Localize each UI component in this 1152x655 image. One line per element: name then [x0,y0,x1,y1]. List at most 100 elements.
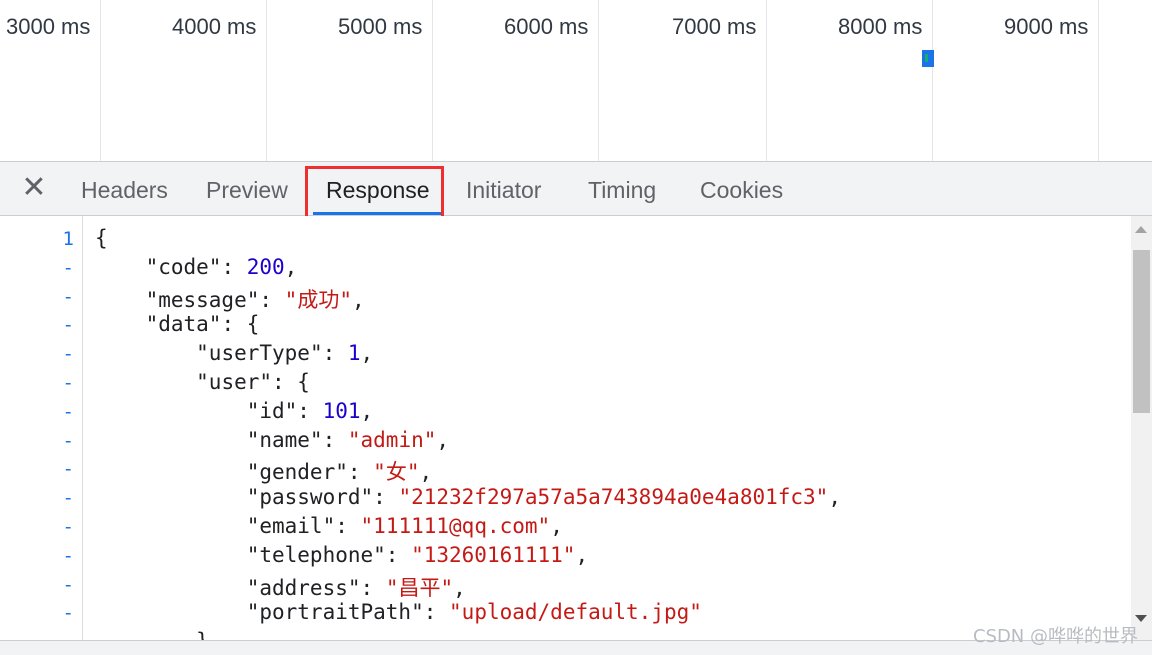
tick-label-7000: 7000 ms [672,14,757,39]
json-string-value: "13260161111" [411,542,576,567]
tab-headers[interactable]: Headers [81,162,168,215]
tab-preview[interactable]: Preview [206,162,288,215]
json-punctuation: , [550,514,563,538]
line-collapse-marker[interactable]: - [63,401,74,423]
json-key: "id" [246,398,298,423]
json-punctuation: { [95,226,108,250]
json-string-value: "21232f297a57a5a743894a0e4a801fc3" [398,485,829,510]
code-line: "userType": 1, [95,341,373,365]
tick-label-6000: 6000 ms [504,14,589,39]
grid-line [932,0,933,161]
json-punctuation: : { [272,370,310,394]
tick-label-3000: 3000 ms [6,14,91,39]
tab-initiator[interactable]: Initiator [466,162,541,215]
json-number-value: 200 [246,254,285,279]
json-punctuation: : [221,254,247,279]
code-line: { [95,226,108,250]
line-collapse-marker[interactable]: - [63,343,74,365]
scrollbar-thumb[interactable] [1133,250,1150,413]
line-collapse-marker[interactable]: - [63,314,74,336]
json-punctuation: : [322,427,348,452]
response-body-viewer[interactable]: 1 - - - - - - - - - - - - - - { "code": 200, "message"… [0,216,1131,640]
line-collapse-marker[interactable]: - [63,574,74,596]
active-tab-indicator [313,212,441,215]
json-punctuation: : [335,514,361,538]
code-line: "portraitPath": "upload/default.jpg" [95,600,702,624]
code-line: "address": "昌平", [95,572,466,602]
tab-timing[interactable]: Timing [588,162,656,215]
line-collapse-marker[interactable]: - [63,286,74,308]
watermark: CSDN @哗哗的世界 [972,626,1138,647]
code-line: "code": 200, [95,254,298,279]
json-key: "user" [196,370,273,394]
json-string-value: "昌平" [385,575,454,600]
grid-line [598,0,599,161]
tick-label-4000: 4000 ms [172,14,257,39]
line-collapse-marker[interactable]: - [63,430,74,452]
json-string-value: "111111@qq.com" [360,514,551,538]
code-line: "id": 101, [95,399,373,423]
line-number-gutter: 1 - - - - - - - - - - - - - - [0,216,83,640]
json-punctuation: , [419,460,433,485]
line-collapse-marker[interactable]: - [63,487,74,509]
line-number: 1 [62,228,74,250]
json-punctuation: , [360,341,374,366]
grid-line [266,0,267,161]
grid-line [100,0,101,161]
code-line: "user": { [95,370,310,394]
json-punctuation: , [436,427,450,452]
detail-tab-bar: ✕ Headers Preview Response Initiator Tim… [0,162,1152,216]
code-line: "name": "admin", [95,428,449,452]
json-string-value: "admin" [347,427,437,452]
grid-line [766,0,767,161]
request-timing-bar[interactable] [922,50,934,67]
json-key: "address" [246,575,361,600]
line-collapse-marker[interactable]: - [63,372,74,394]
json-number-value: 1 [347,341,361,366]
code-line: }, [95,629,221,640]
json-key: "password" [246,485,374,510]
json-punctuation: , [360,398,374,423]
code-line: "telephone": "13260161111", [95,543,588,567]
json-punctuation: , [828,485,841,510]
json-string-value: "upload/default.jpg" [449,600,702,625]
tab-cookies[interactable]: Cookies [700,162,783,215]
timeline-overview[interactable]: 3000 ms 4000 ms 5000 ms 6000 ms 7000 ms … [0,0,1152,162]
vertical-scrollbar[interactable] [1131,216,1152,640]
json-punctuation: , [284,254,298,279]
json-punctuation: , [453,575,466,600]
code-line: "message": "成功", [95,284,365,314]
json-punctuation: : [322,341,348,366]
json-punctuation: , [575,542,589,567]
grid-line [1098,0,1099,161]
line-collapse-marker[interactable]: - [63,458,74,480]
tick-label-5000: 5000 ms [338,14,423,39]
json-punctuation: : [347,460,374,485]
json-punctuation: , [351,287,365,312]
tab-response[interactable]: Response [326,162,430,215]
json-key: "portraitPath" [246,600,424,625]
line-collapse-marker[interactable]: - [63,545,74,567]
line-collapse-marker[interactable]: - [63,516,74,538]
json-key: "code" [145,254,222,279]
json-punctuation: : { [221,312,260,337]
json-number-value: 101 [322,398,361,423]
json-punctuation: : [385,542,412,567]
json-punctuation: : [373,485,399,510]
json-key: "email" [246,514,336,538]
line-collapse-marker[interactable]: - [63,602,74,624]
scroll-down-arrow-icon[interactable] [1135,615,1147,622]
line-collapse-marker[interactable]: - [63,257,74,279]
scroll-up-arrow-icon[interactable] [1135,226,1147,233]
code-line: "data": { [95,312,260,337]
code-line: "gender": "女", [95,456,432,486]
json-key: "message" [145,287,260,312]
tick-label-9000: 9000 ms [1004,14,1089,39]
line-collapse-marker[interactable]: - [63,631,74,640]
json-string-value: "成功" [284,287,352,312]
json-punctuation: : [360,575,386,600]
json-punctuation: : [297,398,323,423]
json-punctuation: }, [196,629,221,640]
json-punctuation: : [423,600,450,625]
close-icon[interactable]: ✕ [20,173,48,203]
